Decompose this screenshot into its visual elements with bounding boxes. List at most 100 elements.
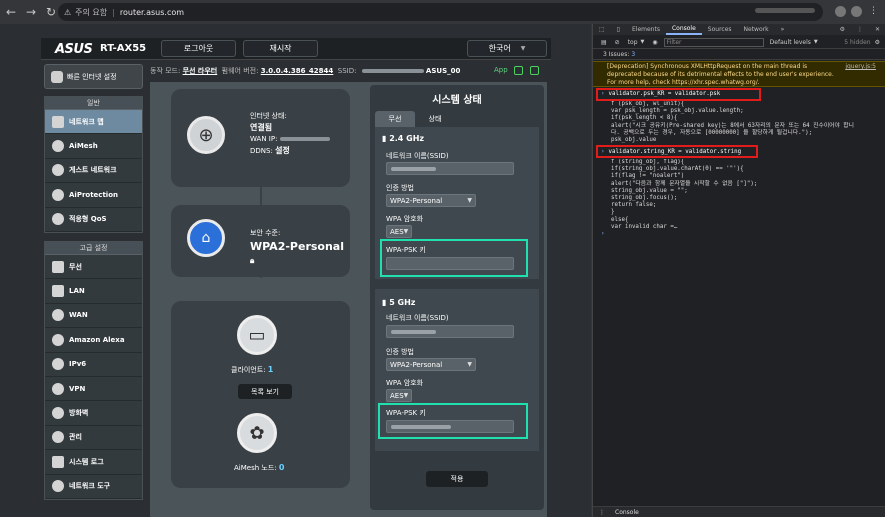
apply-button[interactable]: 적용 bbox=[426, 471, 488, 487]
psk-24-input[interactable] bbox=[386, 257, 514, 270]
log-icon bbox=[52, 455, 64, 468]
ssid-24-input[interactable] bbox=[386, 162, 514, 175]
filter-input[interactable]: Filter bbox=[663, 37, 764, 47]
model-name: RT-AX55 bbox=[100, 43, 147, 54]
inspect-icon[interactable]: ⬚ bbox=[593, 24, 611, 35]
levels-select[interactable]: Default levels bbox=[770, 39, 811, 46]
issues-count[interactable]: 3 bbox=[631, 51, 635, 58]
menu-icon[interactable]: ⋮ bbox=[851, 24, 869, 35]
tab-elements[interactable]: Elements bbox=[626, 24, 666, 35]
chevron-down-icon: ▼ bbox=[403, 228, 409, 235]
clients-card: ▭ 클라이언트: 1 목록 보기 ✿ AiMesh 노드: 0 bbox=[171, 301, 350, 488]
menu-admin[interactable]: 관리 bbox=[45, 426, 142, 451]
band-5-title: ▮ 5 GHz bbox=[382, 298, 416, 307]
source-link[interactable]: jquery.js:5 bbox=[845, 63, 876, 71]
client-count[interactable]: 1 bbox=[268, 365, 274, 374]
back-icon[interactable]: ← bbox=[2, 3, 20, 21]
extension-icon[interactable] bbox=[835, 6, 846, 17]
aimesh-count[interactable]: 0 bbox=[279, 463, 285, 472]
menu-wireless[interactable]: 무선 bbox=[45, 255, 142, 280]
tab-console[interactable]: Console bbox=[665, 24, 702, 35]
menu-wan[interactable]: WAN bbox=[45, 304, 142, 329]
chevron-down-icon: ▼ bbox=[640, 39, 645, 45]
menu-syslog[interactable]: 시스템 로그 bbox=[45, 450, 142, 475]
app-link[interactable]: App bbox=[494, 66, 508, 74]
usb-icon[interactable] bbox=[514, 66, 523, 75]
computer-icon[interactable]: ▭ bbox=[237, 315, 277, 355]
warning-icon: ⚠ bbox=[64, 7, 72, 17]
status-row: 동작 모드: 무선 라우터 펌웨어 버전: 3.0.0.4.386_42844 … bbox=[150, 67, 461, 75]
highlight-box bbox=[596, 88, 761, 101]
globe-icon: ⊕ bbox=[187, 116, 225, 154]
eye-icon[interactable]: ◉ bbox=[652, 39, 657, 46]
menu-network-map[interactable]: 네트워크 맵 bbox=[45, 110, 142, 135]
mode-value[interactable]: 무선 라우터 bbox=[183, 67, 218, 75]
enc-24-select[interactable]: AES ▼ bbox=[386, 225, 412, 238]
tab-sources[interactable]: Sources bbox=[702, 24, 738, 35]
lan-icon bbox=[52, 285, 64, 298]
quick-setup-button[interactable]: 빠른 인터넷 설정 bbox=[44, 64, 143, 89]
menu-qos[interactable]: 적응형 QoS bbox=[45, 208, 142, 232]
chevron-down-icon: ▼ bbox=[520, 45, 526, 52]
issues-bar[interactable]: 3 Issues: 3 bbox=[593, 50, 885, 60]
view-list-button[interactable]: 목록 보기 bbox=[238, 384, 292, 399]
aimesh-icon[interactable]: ✿ bbox=[237, 413, 277, 453]
highlight-box bbox=[596, 145, 758, 158]
menu-aimesh[interactable]: AiMesh bbox=[45, 134, 142, 159]
system-status-panel: 시스템 상태 무선 상태 ▮ 2.4 GHz 네트워크 이름(SSID) 인증 … bbox=[370, 82, 544, 517]
firmware-value[interactable]: 3.0.0.4.386_42844 bbox=[261, 67, 334, 75]
general-menu: 일반 네트워크 맵 AiMesh 게스트 네트워크 AiProtection 적… bbox=[44, 96, 143, 233]
logout-button[interactable]: 로그아웃 bbox=[161, 40, 236, 57]
band-24ghz-section: ▮ 2.4 GHz 네트워크 이름(SSID) 인증 방법 WPA2-Perso… bbox=[375, 127, 539, 279]
more-tabs-icon[interactable]: » bbox=[775, 24, 791, 35]
vpn-icon bbox=[52, 382, 64, 395]
forward-icon[interactable]: → bbox=[22, 3, 40, 21]
band-24-title: ▮ 2.4 GHz bbox=[382, 134, 425, 143]
auth-5-select[interactable]: WPA2-Personal ▼ bbox=[386, 358, 476, 371]
settings-icon[interactable]: ⚙ bbox=[834, 24, 851, 35]
menu-network-tools[interactable]: 네트워크 도구 bbox=[45, 475, 142, 499]
alexa-icon bbox=[52, 333, 64, 346]
console-output-2: f (string_obj, flag){ if(string_obj.valu… bbox=[611, 159, 758, 229]
tab-status[interactable]: 상태 bbox=[415, 111, 455, 127]
settings-icon[interactable]: ⚙ bbox=[875, 39, 880, 46]
network-status-icon[interactable] bbox=[530, 66, 539, 75]
close-icon[interactable]: ✕ bbox=[869, 24, 885, 35]
redacted-wan-ip bbox=[280, 137, 331, 141]
menu-firewall[interactable]: 방화벽 bbox=[45, 401, 142, 426]
router-card[interactable]: ⌂ 보안 수준: WPA2-Personal 🔒︎ bbox=[171, 205, 350, 277]
ssid-5-input[interactable] bbox=[386, 325, 514, 338]
drawer-tab-console[interactable]: Console bbox=[615, 509, 639, 516]
enc-5-select[interactable]: AES ▼ bbox=[386, 389, 412, 402]
internet-card[interactable]: ⊕ 인터넷 상태: 연결됨 WAN IP: DDNS: 설정 bbox=[171, 89, 350, 187]
menu-vpn[interactable]: VPN bbox=[45, 377, 142, 402]
menu-lan[interactable]: LAN bbox=[45, 279, 142, 304]
tab-wireless[interactable]: 무선 bbox=[375, 111, 415, 127]
device-icon[interactable]: ▯ bbox=[611, 24, 626, 35]
menu-aiprotection[interactable]: AiProtection bbox=[45, 183, 142, 208]
menu-icon[interactable]: ⋮ bbox=[868, 6, 879, 17]
chevron-down-icon: ▼ bbox=[467, 361, 472, 368]
devtools-tabbar: ⬚ ▯ Elements Console Sources Network » ⚙… bbox=[593, 24, 885, 35]
reboot-button[interactable]: 재시작 bbox=[243, 40, 318, 57]
qos-icon bbox=[52, 213, 64, 226]
omnibox[interactable]: ⚠ 주의 요함 | router.asus.com bbox=[58, 3, 823, 21]
admin-icon bbox=[52, 431, 64, 444]
console-toolbar: ▤ ⊘ top ▼ ◉ Filter Default levels ▼ 5 hidd… bbox=[593, 36, 885, 49]
console-prompt[interactable]: › bbox=[601, 230, 609, 238]
tab-network[interactable]: Network bbox=[738, 24, 775, 35]
system-status-title: 시스템 상태 bbox=[432, 94, 482, 106]
psk-5-input[interactable] bbox=[386, 420, 514, 433]
language-select[interactable]: 한국어 ▼ bbox=[467, 40, 547, 57]
clear-icon[interactable]: ⊘ bbox=[615, 39, 620, 46]
menu-guest-network[interactable]: 게스트 네트워크 bbox=[45, 159, 142, 184]
menu-icon[interactable]: ⋮ bbox=[599, 509, 605, 516]
shield-icon bbox=[52, 188, 64, 201]
menu-ipv6[interactable]: IPv6 bbox=[45, 353, 142, 377]
sidebar-icon[interactable]: ▤ bbox=[601, 39, 607, 46]
context-select[interactable]: top bbox=[628, 39, 638, 46]
auth-24-select[interactable]: WPA2-Personal ▼ bbox=[386, 194, 476, 207]
menu-alexa[interactable]: Amazon Alexa bbox=[45, 328, 142, 353]
profile-icon[interactable] bbox=[851, 6, 862, 17]
ddns-link[interactable]: 설정 bbox=[275, 146, 290, 155]
